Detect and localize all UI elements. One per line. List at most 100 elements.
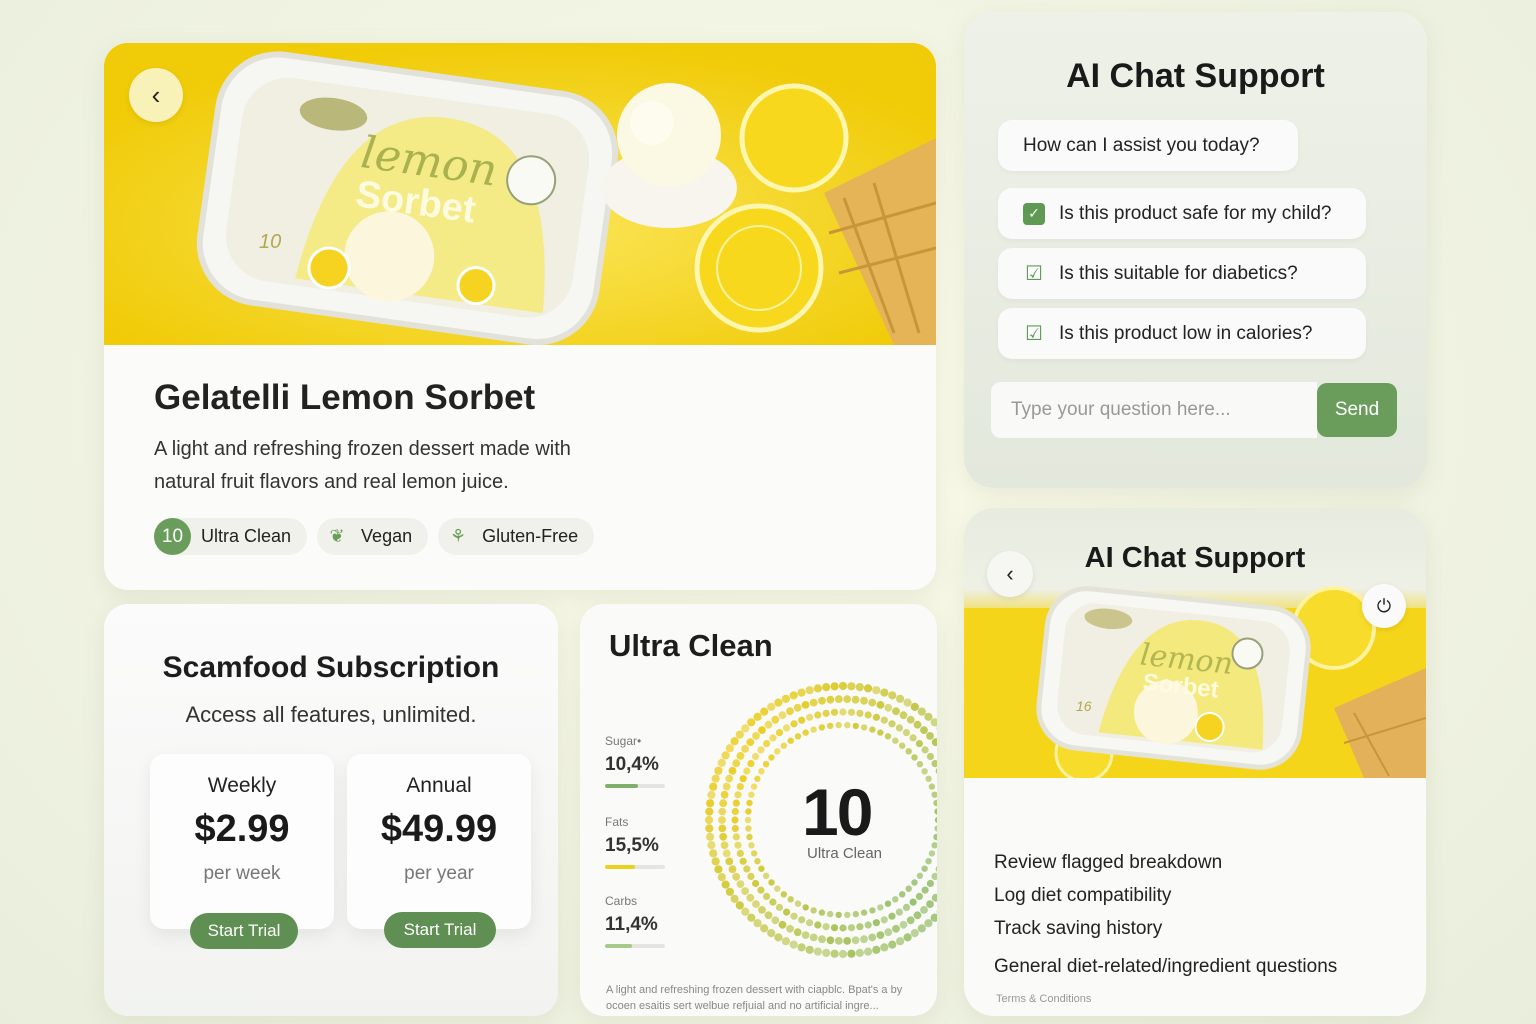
chat-input-row: Send [991, 382, 1397, 438]
ring-dot [712, 775, 720, 783]
ring-dot [861, 909, 867, 915]
power-icon: ⏻ [1377, 596, 1391, 617]
ring-dot [788, 896, 794, 902]
subscription-title: Scamfood Subscription [104, 651, 558, 685]
send-button[interactable]: Send [1317, 383, 1397, 437]
ring-dot [741, 887, 749, 895]
ring-dot [763, 893, 770, 900]
ring-dot [760, 924, 768, 932]
chat-question-input[interactable] [991, 382, 1317, 438]
terms-link[interactable]: Terms & Conditions [996, 993, 1091, 1005]
ring-dot [892, 896, 898, 902]
back-button[interactable]: ‹ [987, 551, 1033, 597]
suggested-question-label: Is this product safe for my child? [1059, 203, 1331, 225]
ring-dot [743, 767, 750, 774]
ring-dot [921, 866, 927, 872]
ring-dot [718, 825, 726, 833]
ring-dot [896, 695, 904, 703]
ring-dot [814, 684, 822, 692]
plan-period: per year [347, 863, 531, 885]
ring-dot [924, 919, 932, 927]
tag-ultra-clean[interactable]: 10 Ultra Clean [154, 518, 307, 555]
share-button[interactable]: ⏻ [1362, 584, 1406, 628]
ring-dot [934, 825, 937, 831]
ring-dot [877, 701, 885, 709]
ring-dot [869, 907, 875, 913]
ring-dot [754, 919, 762, 927]
ring-dot [798, 943, 806, 951]
suggested-question[interactable]: ☑ Is this suitable for diabetics? [998, 248, 1366, 299]
product-card: lemon Sorbet 10 ‹ Gelatelli Lemon Sorbet… [104, 43, 936, 590]
ring-dot [932, 760, 938, 767]
tag-gluten-free[interactable]: ⚘ Gluten-Free [438, 518, 594, 555]
ring-dot [751, 783, 757, 789]
start-trial-annual-button[interactable]: Start Trial [384, 912, 496, 948]
stat-carbs: Carbs 11,4% [605, 894, 665, 948]
ring-dot [732, 825, 739, 832]
ring-dot [827, 696, 835, 704]
ring-dot [899, 891, 905, 897]
ring-dot [752, 732, 760, 740]
assistant-greeting: How can I assist you today? [998, 120, 1298, 171]
ring-dot [707, 791, 715, 799]
ring-dot [802, 931, 810, 939]
ring-dot [856, 683, 864, 691]
ring-dot [932, 894, 937, 902]
ring-dot [831, 950, 839, 958]
ring-dot [896, 937, 904, 945]
tag-vegan[interactable]: ❦ Vegan [317, 518, 428, 555]
ring-dot [712, 857, 720, 865]
feature-item: Log diet compatibility [994, 879, 1337, 912]
ring-dot [752, 880, 759, 887]
ring-dot [818, 935, 826, 943]
start-trial-weekly-button[interactable]: Start Trial [190, 913, 298, 949]
ring-dot [758, 866, 764, 872]
ring-dot [911, 929, 919, 937]
stat-bar-fill [605, 944, 632, 948]
ring-dot [810, 726, 816, 732]
ring-dot [740, 775, 747, 782]
ring-dot [743, 865, 750, 872]
ring-dot [925, 858, 931, 864]
ring-dot [914, 911, 922, 919]
plan-weekly[interactable]: Weekly $2.99 per week [150, 754, 334, 929]
product-title: Gelatelli Lemon Sorbet [154, 378, 535, 418]
ring-dot [705, 824, 713, 832]
ring-dot [767, 703, 775, 711]
stat-bar [605, 944, 665, 948]
ring-dot [769, 734, 776, 741]
ring-dot [872, 686, 880, 694]
suggested-question[interactable]: ✓ Is this product safe for my child? [998, 188, 1366, 239]
ring-dot [786, 707, 794, 715]
ring-dot [922, 887, 929, 894]
ring-dot [798, 717, 805, 724]
plan-name: Weekly [150, 774, 334, 798]
ring-dot [877, 931, 885, 939]
ring-dot [748, 842, 754, 848]
checkbox-checked-icon: ✓ [1023, 203, 1045, 225]
checkmark-icon: ☑ [1023, 323, 1045, 345]
product-hero-image: lemon Sorbet 10 [104, 43, 936, 345]
ring-dot [896, 724, 903, 731]
ring-dot [754, 858, 760, 864]
ring-dot [779, 711, 787, 719]
ring-dot [888, 941, 896, 949]
ring-dot [892, 925, 900, 933]
ring-dot [782, 695, 790, 703]
ring-dot [868, 934, 876, 942]
ring-dot [723, 783, 731, 791]
back-button[interactable]: ‹ [129, 68, 183, 122]
ring-dot [747, 873, 754, 880]
ring-dot [918, 708, 926, 716]
ring-dot [740, 858, 747, 865]
ring-dot [794, 704, 802, 712]
ring-dot [868, 699, 876, 707]
plan-annual[interactable]: Annual $49.99 per year [347, 754, 531, 929]
stat-value: 15,5% [605, 835, 665, 857]
ring-dot [847, 682, 855, 690]
ring-dot [758, 768, 764, 774]
suggested-question[interactable]: ☑ Is this product low in calories? [998, 308, 1366, 359]
ring-dot [918, 924, 926, 932]
ring-dot [803, 729, 809, 735]
plan-price: $2.99 [150, 808, 334, 851]
